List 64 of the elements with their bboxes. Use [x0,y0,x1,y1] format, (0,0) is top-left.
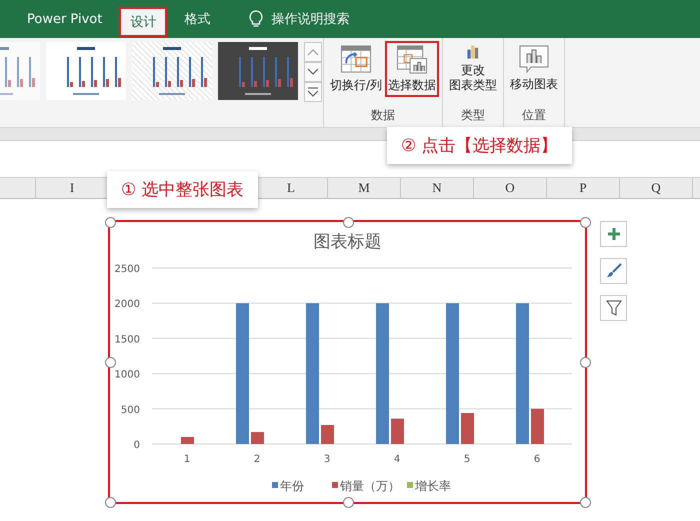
bar [251,432,264,444]
x-axis-label: 4 [394,454,400,465]
resize-handle[interactable] [105,357,116,368]
brush-icon [606,263,622,279]
ribbon-tab[interactable]: 设计 [119,7,168,37]
ribbon-button[interactable]: 切换行/列 [327,41,386,97]
chevron-down-icon [307,68,319,76]
scroll-up-button[interactable] [304,42,322,62]
bar [181,436,194,444]
annotation-callout: ② 点击【选择数据】 [387,127,572,164]
annotation-callout: ① 选中整张图表 [107,171,258,208]
bar [461,413,474,444]
column-header[interactable]: O [474,178,547,198]
column-header[interactable]: Q [620,178,693,198]
resize-handle[interactable] [580,357,591,368]
x-axis-label: 1 [184,454,190,465]
x-axis-label: 5 [464,454,470,465]
tell-me-search-field[interactable]: 操作说明搜索 [269,10,384,28]
ribbon-button[interactable]: 选择数据 [385,41,440,97]
column-header[interactable]: P [547,178,620,198]
chart-filters-button[interactable] [600,295,627,321]
chart-styles-button[interactable] [600,258,627,284]
table-swap-icon [340,45,372,74]
resize-handle[interactable] [105,497,116,508]
resize-handle[interactable] [105,217,116,228]
table-chart-icon [396,45,428,74]
more-chevron-icon [307,87,319,97]
filter-icon [606,300,622,316]
resize-handle[interactable] [342,497,354,508]
resize-handle[interactable] [342,217,354,228]
column-header[interactable]: M [328,178,401,198]
ribbon-tab[interactable]: Power Pivot [16,4,114,34]
column-header[interactable]: N [401,178,474,198]
ribbon-tab[interactable]: 格式 [173,4,222,34]
ribbon-group-label: 位置 [522,107,546,124]
y-axis-label: 0 [134,440,140,451]
resize-handle[interactable] [580,497,591,508]
chevron-up-icon [307,48,319,56]
legend-label: 增长率 [415,479,451,493]
lightbulb-icon [249,10,264,28]
y-axis-label: 2500 [114,264,140,275]
ribbon-button[interactable]: 移动图表 [507,41,562,97]
resize-handle[interactable] [580,217,591,228]
ribbon-button[interactable]: 更改 图表类型 [446,41,500,97]
gallery-more-button[interactable] [304,82,322,102]
legend-label: 年份 [280,479,304,493]
bar [531,408,544,444]
x-axis-label: 2 [254,454,260,465]
chart-elements-button[interactable] [600,221,627,247]
bar [321,425,334,444]
chart-title: 图表标题 [314,232,382,252]
x-axis-label: 3 [324,454,330,465]
chart-move-icon [519,45,550,73]
x-axis-label: 6 [534,454,540,465]
legend-label: 销量（万） [340,479,400,493]
y-axis-label: 1500 [114,334,140,346]
ribbon-group-label: 类型 [461,107,486,124]
bar [391,418,404,444]
ribbon-group-label: 数据 [371,107,396,124]
scroll-down-button[interactable] [304,62,322,82]
y-axis-label: 2000 [114,299,140,310]
y-axis-label: 1000 [114,370,140,381]
y-axis-label: 500 [120,404,140,416]
plus-icon [606,227,620,241]
